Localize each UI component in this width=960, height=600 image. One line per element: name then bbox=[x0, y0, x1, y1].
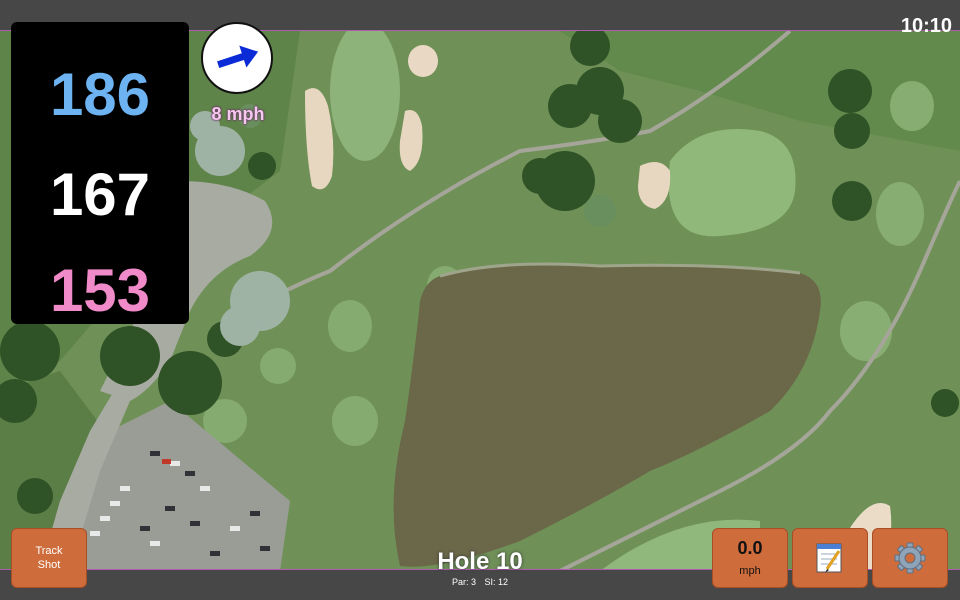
middle-distance: 167 bbox=[49, 161, 151, 228]
status-time: 10:10 bbox=[900, 15, 952, 37]
hole-title: Hole 10 bbox=[437, 548, 523, 575]
wind-arrow-icon bbox=[217, 45, 259, 68]
hole-stroke-index: SI: 12 bbox=[484, 577, 509, 587]
settings-button[interactable] bbox=[872, 528, 948, 588]
notes-button[interactable] bbox=[792, 528, 868, 588]
wind-speed-label: 8 mph bbox=[211, 104, 265, 124]
front-distance: 153 bbox=[49, 257, 151, 324]
speed-unit: mph bbox=[739, 565, 761, 577]
back-distance: 186 bbox=[49, 61, 151, 128]
wind-direction-compass bbox=[201, 22, 273, 94]
hole-info: Par: 3 SI: 12 bbox=[380, 577, 580, 587]
gear-icon bbox=[894, 542, 926, 574]
track-shot-label: Track Shot bbox=[35, 545, 63, 571]
speed-button[interactable]: 0.0 mph bbox=[712, 528, 788, 588]
hole-par: Par: 3 bbox=[451, 577, 476, 587]
track-shot-button[interactable]: Track Shot bbox=[11, 528, 87, 588]
distance-panel: 186 167 153 bbox=[11, 22, 189, 324]
speed-value: 0.0 bbox=[737, 538, 763, 558]
notepad-icon bbox=[816, 543, 842, 573]
